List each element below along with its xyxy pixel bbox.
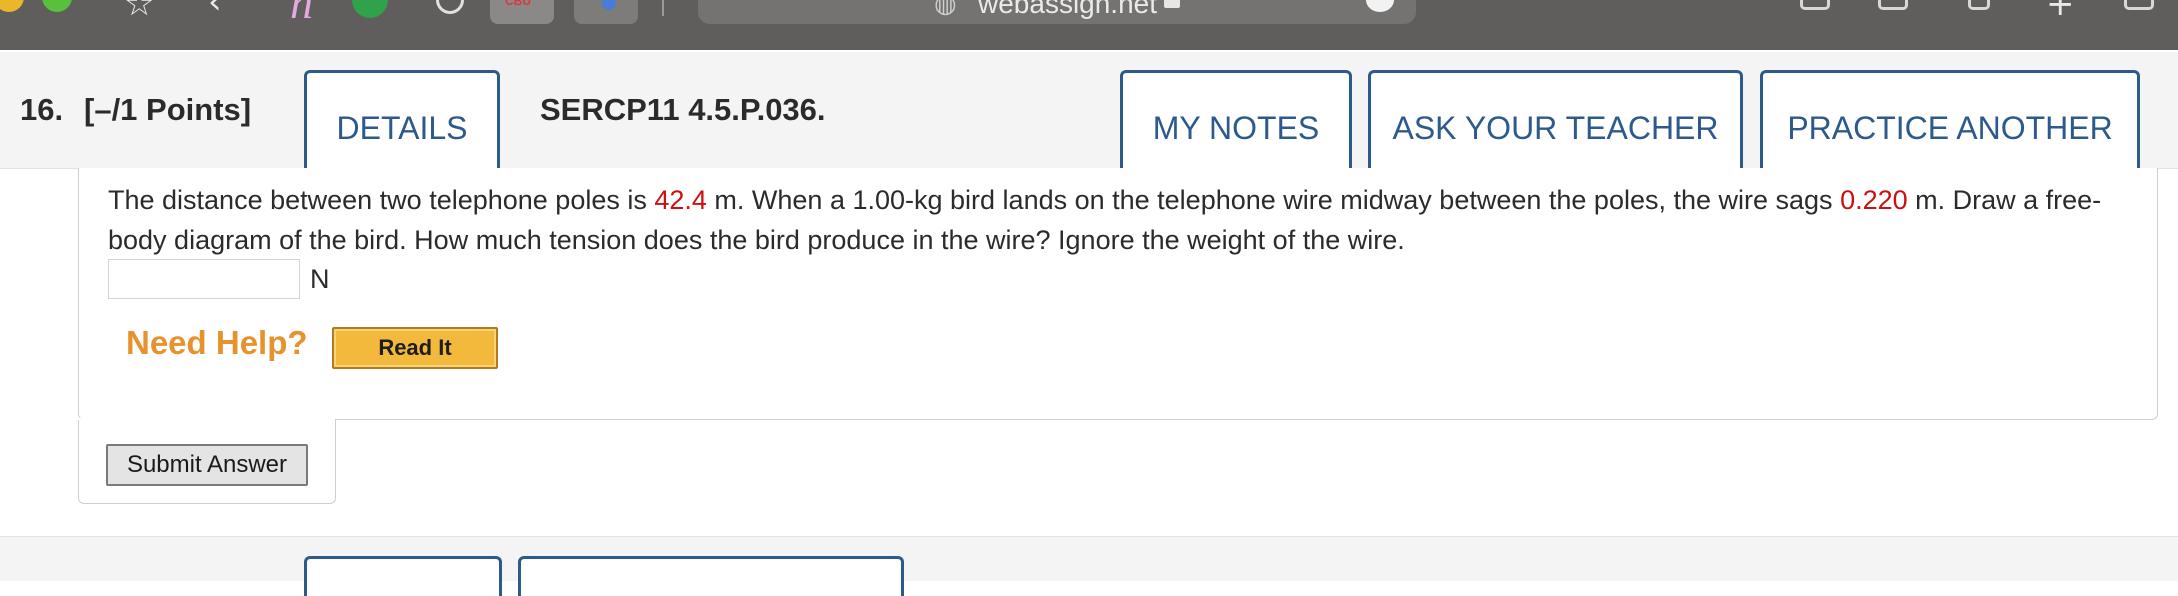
question-text: The distance between two telephone poles… [108, 180, 2118, 260]
sidebar-icon[interactable] [1878, 0, 1908, 10]
minimize-window-icon[interactable] [0, 0, 24, 12]
distance-value: 42.4 [654, 185, 707, 215]
panel-join [79, 418, 335, 422]
grammarly-extension-icon[interactable] [352, 0, 388, 18]
browser-toolbar: ☆ ‹ n CBU ◍ webassign.net + [0, 0, 2178, 50]
maximize-window-icon[interactable] [42, 0, 72, 12]
tension-answer-input[interactable] [108, 259, 300, 299]
url-text[interactable]: webassign.net [978, 0, 1157, 20]
question-points: [–/1 Points] [84, 92, 252, 127]
extension-h-icon[interactable]: n [290, 0, 313, 29]
bookmark-star-icon[interactable]: ☆ [124, 0, 154, 24]
next-details-button[interactable] [304, 556, 502, 596]
back-arrow-icon[interactable]: ‹ [208, 0, 222, 22]
extension-circle-icon[interactable] [436, 0, 464, 14]
answer-unit-label: N [310, 264, 330, 294]
next-code-button[interactable] [518, 556, 904, 596]
question-text-part-1: The distance between two telephone poles… [108, 185, 655, 215]
globe-icon: ◍ [934, 0, 957, 18]
sag-value: 0.220 [1840, 185, 1908, 215]
question-code: SERCP11 4.5.P.036. [540, 92, 826, 127]
question-text-part-2: m. When a 1.00-kg bird lands on the tele… [706, 185, 1841, 215]
share-icon[interactable] [1968, 0, 1990, 10]
toolbar-separator [662, 0, 664, 16]
lock-icon [1164, 0, 1180, 8]
question-number: 16. [20, 92, 64, 127]
question-header: 16. [–/1 Points] DETAILS SERCP11 4.5.P.0… [0, 52, 2178, 187]
cbu-tab-badge: CBU [505, 0, 531, 8]
new-tab-plus-icon[interactable]: + [2046, 0, 2075, 24]
tab-overview-icon[interactable] [2124, 0, 2154, 10]
print-icon[interactable] [1800, 0, 1830, 10]
submit-answer-button[interactable]: Submit Answer [106, 444, 308, 486]
need-help-label: Need Help? [126, 324, 308, 361]
read-it-button[interactable]: Read It [332, 327, 498, 369]
